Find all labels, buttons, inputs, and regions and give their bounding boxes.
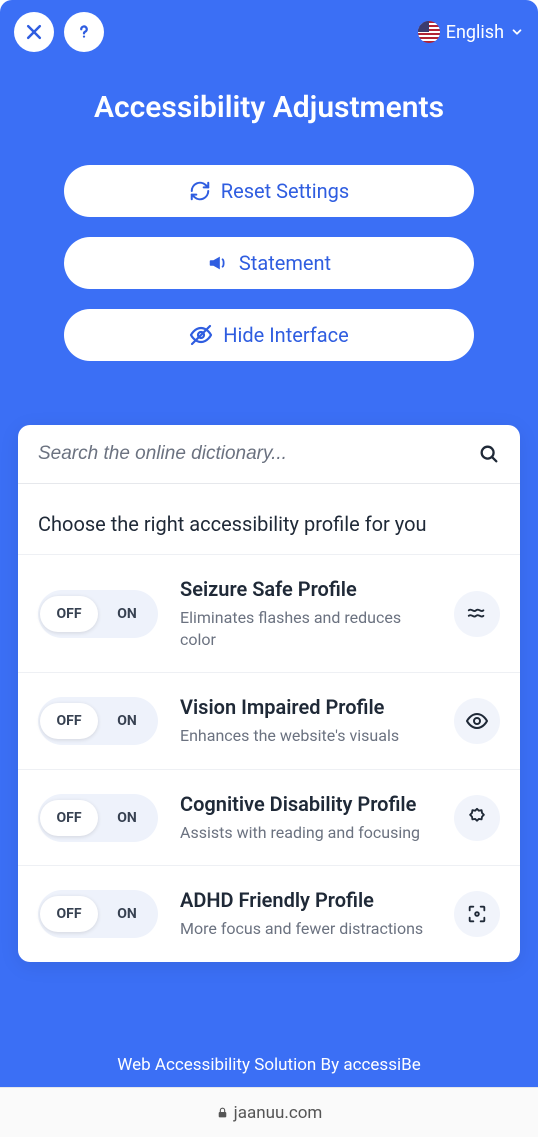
- language-label: English: [446, 22, 504, 43]
- focus-icon: [454, 891, 500, 937]
- profile-title: ADHD Friendly Profile: [180, 888, 432, 912]
- statement-label: Statement: [239, 251, 331, 275]
- toggle-off-label: OFF: [40, 896, 98, 932]
- toggle-cognitive-disability[interactable]: OFF ON: [38, 794, 158, 842]
- panel-heading: Choose the right accessibility profile f…: [18, 484, 520, 554]
- badge-icon: [454, 795, 500, 841]
- page-title: Accessibility Adjustments: [20, 90, 518, 125]
- language-selector[interactable]: English: [418, 21, 524, 43]
- close-button[interactable]: [14, 12, 54, 52]
- close-icon: [24, 22, 44, 42]
- toggle-off-label: OFF: [40, 703, 98, 739]
- toggle-off-label: OFF: [40, 596, 98, 632]
- eye-icon: [454, 698, 500, 744]
- toggle-on-label: ON: [98, 896, 156, 932]
- toggle-on-label: ON: [98, 800, 156, 836]
- profile-adhd-friendly: OFF ON ADHD Friendly Profile More focus …: [18, 865, 520, 962]
- reset-icon: [189, 180, 211, 202]
- profile-seizure-safe: OFF ON Seizure Safe Profile Eliminates f…: [18, 554, 520, 672]
- help-button[interactable]: [64, 12, 104, 52]
- toggle-on-label: ON: [98, 596, 156, 632]
- eye-slash-icon: [189, 323, 213, 347]
- toggle-off-label: OFF: [40, 800, 98, 836]
- chevron-down-icon: [510, 25, 524, 39]
- toggle-on-label: ON: [98, 703, 156, 739]
- toggle-adhd-friendly[interactable]: OFF ON: [38, 890, 158, 938]
- help-icon: [73, 21, 95, 43]
- statement-button[interactable]: Statement: [64, 237, 474, 289]
- topbar: English: [0, 0, 538, 60]
- footer-credit[interactable]: Web Accessibility Solution By accessiBe: [0, 1045, 538, 1087]
- profile-desc: Enhances the website's visuals: [180, 725, 432, 747]
- reset-settings-button[interactable]: Reset Settings: [64, 165, 474, 217]
- search-input[interactable]: [38, 443, 478, 465]
- search-bar: [18, 425, 520, 484]
- profile-desc: Eliminates flashes and reduces color: [180, 607, 432, 650]
- megaphone-icon: [207, 252, 229, 274]
- browser-address-bar: jaanuu.com: [0, 1087, 538, 1137]
- profile-desc: More focus and fewer distractions: [180, 918, 432, 940]
- flag-us-icon: [418, 21, 440, 43]
- profiles-panel: Choose the right accessibility profile f…: [18, 425, 520, 962]
- profile-title: Vision Impaired Profile: [180, 695, 432, 719]
- search-icon[interactable]: [478, 443, 500, 465]
- seizure-icon: [454, 591, 500, 637]
- profile-title: Cognitive Disability Profile: [180, 792, 432, 816]
- profile-desc: Assists with reading and focusing: [180, 822, 432, 844]
- toggle-seizure-safe[interactable]: OFF ON: [38, 590, 158, 638]
- lock-icon: [216, 1106, 229, 1119]
- profile-cognitive-disability: OFF ON Cognitive Disability Profile Assi…: [18, 769, 520, 866]
- hero: Accessibility Adjustments Reset Settings…: [0, 60, 538, 425]
- reset-label: Reset Settings: [221, 179, 349, 203]
- toggle-vision-impaired[interactable]: OFF ON: [38, 697, 158, 745]
- hide-label: Hide Interface: [223, 323, 348, 347]
- hide-interface-button[interactable]: Hide Interface: [64, 309, 474, 361]
- profile-title: Seizure Safe Profile: [180, 577, 432, 601]
- profile-vision-impaired: OFF ON Vision Impaired Profile Enhances …: [18, 672, 520, 769]
- browser-domain: jaanuu.com: [234, 1103, 323, 1123]
